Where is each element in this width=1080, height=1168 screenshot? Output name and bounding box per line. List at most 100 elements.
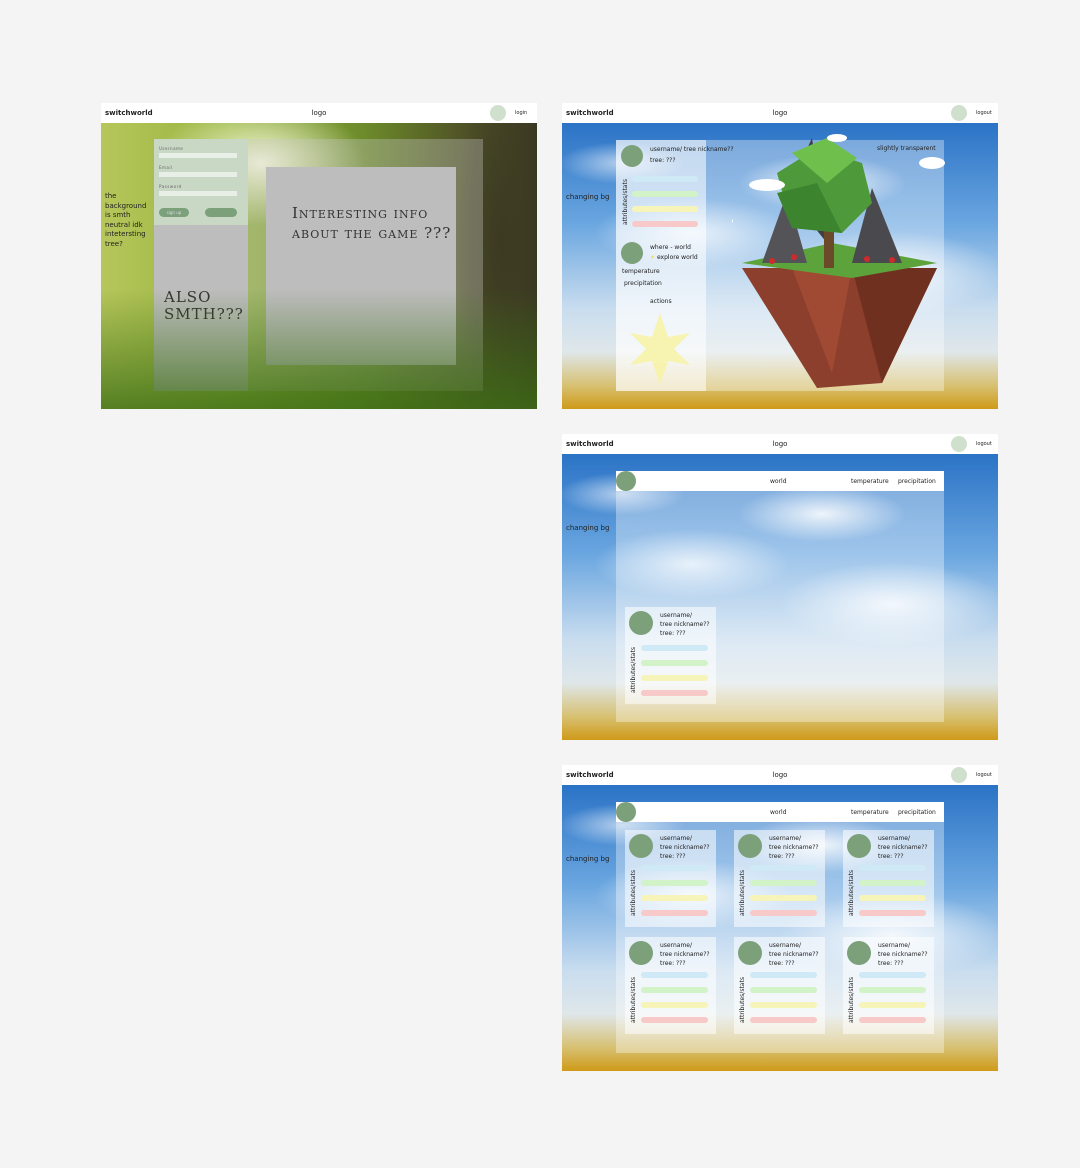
avatar[interactable] <box>951 105 967 121</box>
stat-bar-1 <box>859 865 926 871</box>
bg-note: changing bg <box>566 524 610 532</box>
player-card[interactable]: username/tree nickname?? tree: ??? attribu… <box>843 830 934 927</box>
logo: logo <box>772 109 788 117</box>
card-avatar <box>738 834 762 858</box>
star-icon[interactable] <box>630 313 690 385</box>
card-avatar <box>847 941 871 965</box>
player-card[interactable]: username/tree nickname?? tree: ??? attribu… <box>734 830 825 927</box>
card-stats-label: attributes/stats <box>848 870 855 916</box>
stat-bar-4 <box>859 1017 926 1023</box>
profile-avatar[interactable] <box>621 145 643 167</box>
nav-world[interactable]: world <box>770 478 787 485</box>
avatar[interactable] <box>951 767 967 783</box>
also-panel: ALSO SMTH??? <box>154 225 248 391</box>
card-nickname: tree nickname?? <box>769 844 819 851</box>
card-nickname: tree nickname?? <box>660 844 710 851</box>
stat-bar-2 <box>641 880 708 886</box>
stat-bar-4 <box>859 910 926 916</box>
card-tree: tree: ??? <box>660 960 686 967</box>
stat-bar-4 <box>641 690 708 696</box>
bg-note: changing bg <box>566 855 610 863</box>
stat-bar-3 <box>859 895 926 901</box>
card-avatar <box>738 941 762 965</box>
logout-link[interactable]: logout <box>976 110 992 116</box>
where-label: where - world <box>650 244 691 251</box>
card-username: username/ <box>660 612 693 619</box>
world-screen-single: switchworld logo logout changing bg worl… <box>562 434 998 740</box>
top-bar: switchworld logo logout <box>562 434 998 454</box>
stat-bar-4 <box>750 910 817 916</box>
player-card[interactable]: username/tree nickname?? tree: ??? attrib… <box>625 607 716 704</box>
profile-tree: tree: ??? <box>650 157 676 164</box>
player-card[interactable]: username/tree nickname?? tree: ??? attribu… <box>843 937 934 1034</box>
explore-world-label: explore world <box>656 254 698 261</box>
stat-bar-3 <box>750 895 817 901</box>
stat-bar-3 <box>632 206 698 212</box>
username-label: Username <box>159 146 184 151</box>
card-username: username/ <box>660 835 693 842</box>
stat-bar-1 <box>641 645 708 651</box>
password-field[interactable] <box>159 191 237 196</box>
card-info: username/tree nickname?? tree: ??? <box>660 611 710 638</box>
background-image: the background is smth neutral idk intet… <box>101 123 537 409</box>
player-card[interactable]: username/tree nickname?? tree: ??? attribu… <box>734 937 825 1034</box>
card-nickname: tree nickname?? <box>660 621 710 628</box>
temperature-label[interactable]: temperature <box>622 268 660 275</box>
card-username: username/ <box>878 835 911 842</box>
card-nickname: tree nickname?? <box>878 844 928 851</box>
stat-bar-1 <box>859 972 926 978</box>
card-tree: tree: ??? <box>660 853 686 860</box>
signup-button[interactable]: sign up <box>159 208 189 217</box>
card-stats-label: attributes/stats <box>630 647 637 693</box>
card-stats-label: attributes/stats <box>630 977 637 1023</box>
tree-screen: switchworld logo logout changing bg user… <box>562 103 998 409</box>
also-text: ALSO SMTH??? <box>164 288 244 323</box>
username-field[interactable] <box>159 153 237 158</box>
logout-link[interactable]: logout <box>976 772 992 778</box>
nav-precipitation[interactable]: precipitation <box>898 478 936 485</box>
card-nickname: tree nickname?? <box>660 951 710 958</box>
email-label: Email <box>159 165 173 170</box>
card-tree: tree: ??? <box>878 853 904 860</box>
world-nav-bar: world temperature precipitation <box>616 802 944 822</box>
card-tree: tree: ??? <box>878 960 904 967</box>
login-link[interactable]: login <box>515 110 527 116</box>
card-stats-label: attributes/stats <box>630 870 637 916</box>
stat-bar-3 <box>750 1002 817 1008</box>
top-bar: switchworld logo login <box>101 103 537 123</box>
logout-link[interactable]: logout <box>976 441 992 447</box>
player-card[interactable]: username/tree nickname?? tree: ??? attribu… <box>625 937 716 1034</box>
actions-label[interactable]: actions <box>650 298 672 305</box>
password-label: Password <box>159 184 182 189</box>
stat-bar-1 <box>750 972 817 978</box>
world-nav-bar: world temperature precipitation <box>616 471 944 491</box>
login-button[interactable] <box>205 208 237 217</box>
player-card[interactable]: username/tree nickname?? tree: ??? attribu… <box>625 830 716 927</box>
info-panel: Interesting info about the game ??? <box>266 167 456 365</box>
floating-island-illustration <box>732 134 945 388</box>
card-tree: tree: ??? <box>769 960 795 967</box>
stat-bar-2 <box>859 880 926 886</box>
avatar[interactable] <box>490 105 506 121</box>
email-field[interactable] <box>159 172 237 177</box>
explore-world-link[interactable]: ✦ explore world <box>650 254 698 261</box>
card-nickname: tree nickname?? <box>878 951 928 958</box>
sparkle-icon: ✦ <box>650 254 656 261</box>
nav-avatar[interactable] <box>616 471 636 491</box>
avatar[interactable] <box>951 436 967 452</box>
nav-temperature[interactable]: temperature <box>851 478 889 485</box>
world-avatar[interactable] <box>621 242 643 264</box>
precipitation-label[interactable]: precipitation <box>624 280 662 287</box>
stat-bar-4 <box>750 1017 817 1023</box>
bg-note: changing bg <box>566 193 610 201</box>
sky-background: changing bg world temperature precipitat… <box>562 785 998 1071</box>
card-avatar <box>629 941 653 965</box>
nav-avatar[interactable] <box>616 802 636 822</box>
card-nickname: tree nickname?? <box>769 951 819 958</box>
card-info: username/tree nickname?? tree: ??? <box>878 834 928 861</box>
card-info: username/tree nickname?? tree: ??? <box>769 941 819 968</box>
nav-precipitation[interactable]: precipitation <box>898 809 936 816</box>
nav-temperature[interactable]: temperature <box>851 809 889 816</box>
nav-world[interactable]: world <box>770 809 787 816</box>
card-username: username/ <box>769 942 802 949</box>
